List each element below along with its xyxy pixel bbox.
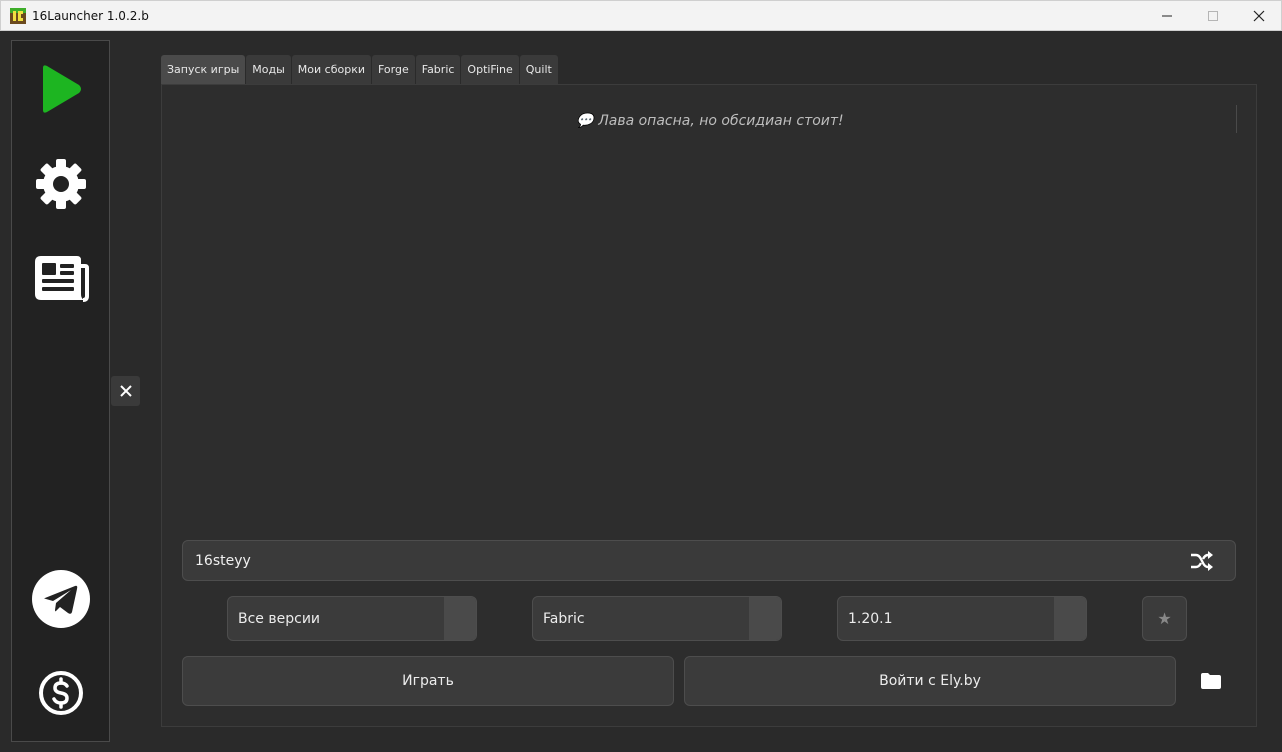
loader-select[interactable]: Fabric xyxy=(532,596,782,641)
dropdown-arrow[interactable] xyxy=(1054,597,1086,640)
tab-forge[interactable]: Forge xyxy=(372,55,415,84)
version-value: 1.20.1 xyxy=(848,611,893,627)
splash-quote: 💬 Лава опасна, но обсидиан стоит! xyxy=(576,113,844,129)
dropdown-arrow[interactable] xyxy=(749,597,781,640)
nickname-field[interactable] xyxy=(182,540,1236,581)
version-select[interactable]: 1.20.1 xyxy=(837,596,1087,641)
version-filter-select[interactable]: Все версии xyxy=(227,596,477,641)
maximize-button[interactable] xyxy=(1190,1,1236,31)
launch-panel: 💬 Лава опасна, но обсидиан стоит! Все ве… xyxy=(161,84,1257,727)
minimize-button[interactable] xyxy=(1144,1,1190,31)
news-icon xyxy=(35,256,89,302)
open-folder-button[interactable] xyxy=(1198,668,1224,694)
random-nickname-button[interactable] xyxy=(1189,549,1215,573)
collapse-sidebar-button[interactable] xyxy=(111,376,140,406)
favorite-button[interactable]: ★ xyxy=(1142,596,1187,641)
sidebar xyxy=(11,40,110,742)
dropdown-arrow[interactable] xyxy=(444,597,476,640)
tab-quilt[interactable]: Quilt xyxy=(519,55,558,84)
sidebar-item-donate[interactable] xyxy=(30,662,92,724)
maximize-icon xyxy=(1208,11,1218,21)
tab-my-builds[interactable]: Мои сборки xyxy=(291,55,371,84)
app-window: Запуск игры Моды Мои сборки Forge Fabric… xyxy=(0,31,1282,752)
nickname-input[interactable] xyxy=(195,551,1175,571)
folder-icon xyxy=(1201,673,1221,689)
close-window-button[interactable] xyxy=(1236,1,1282,31)
tab-fabric[interactable]: Fabric xyxy=(415,55,461,84)
shuffle-icon xyxy=(1191,551,1213,571)
close-icon xyxy=(119,385,132,397)
window-title: 16Launcher 1.0.2.b xyxy=(32,9,149,23)
tab-optifine[interactable]: OptiFine xyxy=(461,55,519,84)
star-icon: ★ xyxy=(1157,609,1172,628)
divider xyxy=(1236,105,1237,133)
telegram-icon xyxy=(32,570,90,628)
tab-bar: Запуск игры Моды Мои сборки Forge Fabric… xyxy=(161,55,559,84)
loader-value: Fabric xyxy=(543,611,585,627)
play-button[interactable]: Играть xyxy=(182,656,674,706)
version-filter-value: Все версии xyxy=(238,611,321,627)
title-bar: 16Launcher 1.0.2.b xyxy=(0,0,1282,31)
tab-mods[interactable]: Моды xyxy=(246,55,291,84)
close-icon xyxy=(1253,10,1265,22)
minimize-icon xyxy=(1162,15,1172,17)
dollar-icon xyxy=(39,671,83,715)
sidebar-item-settings[interactable] xyxy=(30,153,92,215)
gear-icon xyxy=(36,159,86,209)
tab-launch[interactable]: Запуск игры xyxy=(161,55,246,84)
sidebar-item-news[interactable] xyxy=(30,248,92,310)
app-logo-icon xyxy=(10,8,26,24)
sidebar-item-play[interactable] xyxy=(30,58,92,120)
sidebar-item-telegram[interactable] xyxy=(30,568,92,630)
play-icon xyxy=(43,65,81,113)
ely-login-button[interactable]: Войти с Ely.by xyxy=(684,656,1176,706)
